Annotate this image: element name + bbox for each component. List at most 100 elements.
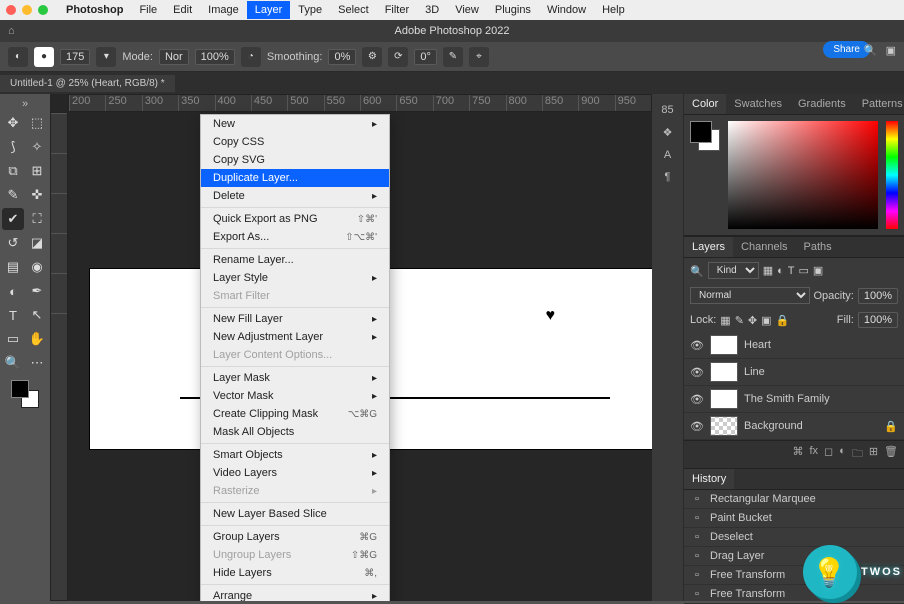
visibility-icon[interactable]: 👁: [690, 339, 704, 352]
move-tool-icon[interactable]: ✥: [2, 112, 24, 134]
hand-tool-icon[interactable]: ✋: [26, 328, 48, 350]
heal-tool-icon[interactable]: ✜: [26, 184, 48, 206]
butterfly-icon[interactable]: ⌖: [469, 47, 489, 67]
menu-item[interactable]: Create Clipping Mask⌥⌘G: [201, 405, 389, 423]
foreground-color-swatch[interactable]: [11, 380, 29, 398]
brush-options-icon[interactable]: ▾: [96, 47, 116, 67]
workspace-icon[interactable]: ▣: [886, 44, 896, 57]
menu-select[interactable]: Select: [330, 1, 377, 19]
fill-value[interactable]: 100%: [858, 312, 898, 328]
layer-mask-icon[interactable]: ◻: [824, 445, 833, 464]
frame-tool-icon[interactable]: ⊞: [26, 160, 48, 182]
tab-swatches[interactable]: Swatches: [726, 94, 790, 114]
stamp-tool-icon[interactable]: ⛶: [26, 208, 48, 230]
lasso-tool-icon[interactable]: ⟆: [2, 136, 24, 158]
blur-tool-icon[interactable]: ◉: [26, 256, 48, 278]
filter-type-icon[interactable]: T: [788, 265, 795, 277]
visibility-icon[interactable]: 👁: [690, 366, 704, 379]
edit-toolbar-icon[interactable]: ⋯: [26, 352, 48, 374]
eyedropper-tool-icon[interactable]: ✎: [2, 184, 24, 206]
menu-app-name[interactable]: Photoshop: [58, 1, 131, 19]
smoothing-field[interactable]: 0%: [328, 49, 356, 65]
filter-adjust-icon[interactable]: ◐: [777, 265, 784, 277]
new-layer-icon[interactable]: ⊞: [869, 445, 878, 464]
layer-style-icon[interactable]: fx: [809, 445, 818, 464]
color-field[interactable]: [728, 121, 878, 229]
history-brush-tool-icon[interactable]: ↺: [2, 232, 24, 254]
menu-layer[interactable]: Layer: [247, 1, 291, 19]
path-tool-icon[interactable]: ↖: [26, 304, 48, 326]
menu-item[interactable]: Hide Layers⌘,: [201, 564, 389, 582]
brush-size[interactable]: 175: [60, 49, 90, 65]
history-row[interactable]: ▫Paint Bucket: [684, 509, 904, 528]
gear-icon[interactable]: ⚙: [362, 47, 382, 67]
menu-help[interactable]: Help: [594, 1, 633, 19]
hue-slider[interactable]: [886, 121, 898, 229]
lock-paint-icon[interactable]: ✎: [735, 314, 744, 327]
toolbox-expand-icon[interactable]: »: [22, 98, 28, 110]
search-icon[interactable]: 🔍: [864, 44, 878, 57]
zoom-tool-icon[interactable]: 🔍: [2, 352, 24, 374]
tab-color[interactable]: Color: [684, 94, 726, 114]
link-layers-icon[interactable]: ⌘: [792, 445, 803, 464]
layer-row[interactable]: 👁Heart: [684, 332, 904, 359]
minimize-window-icon[interactable]: [22, 5, 32, 15]
menu-item[interactable]: Layer Style: [201, 269, 389, 287]
blend-mode-dropdown[interactable]: Normal: [690, 287, 810, 304]
filter-pixel-icon[interactable]: ▦: [763, 264, 773, 277]
canvas-area[interactable]: 2002503003504004505005506006507007508008…: [50, 94, 652, 601]
menu-item[interactable]: New Fill Layer: [201, 310, 389, 328]
layer-row[interactable]: 👁Line: [684, 359, 904, 386]
dock-icon-2[interactable]: ❖: [663, 126, 673, 139]
lock-transparency-icon[interactable]: ▦: [720, 314, 730, 327]
menu-item[interactable]: Mask All Objects: [201, 423, 389, 441]
menu-item[interactable]: Video Layers: [201, 464, 389, 482]
filter-shape-icon[interactable]: ▭: [799, 264, 809, 277]
dock-icon-4[interactable]: ¶: [665, 171, 671, 183]
layer-thumbnail[interactable]: [710, 416, 738, 436]
filter-smart-icon[interactable]: ▣: [813, 264, 823, 277]
tab-patterns[interactable]: Patterns: [854, 94, 904, 114]
type-tool-icon[interactable]: T: [2, 304, 24, 326]
document-tab[interactable]: Untitled-1 @ 25% (Heart, RGB/8) *: [0, 75, 175, 92]
menu-filter[interactable]: Filter: [377, 1, 417, 19]
menu-item[interactable]: Vector Mask: [201, 387, 389, 405]
tab-gradients[interactable]: Gradients: [790, 94, 854, 114]
kind-dropdown[interactable]: Kind: [708, 262, 759, 279]
menu-item[interactable]: Group Layers⌘G: [201, 528, 389, 546]
menu-edit[interactable]: Edit: [165, 1, 200, 19]
menu-item[interactable]: Smart Objects: [201, 446, 389, 464]
menu-window[interactable]: Window: [539, 1, 594, 19]
adjustment-layer-icon[interactable]: ◐: [839, 445, 846, 464]
home-icon[interactable]: ⌂: [8, 25, 15, 37]
mode-dropdown[interactable]: Nor: [159, 49, 189, 65]
symmetry-icon[interactable]: ✎: [443, 47, 463, 67]
menu-item[interactable]: Copy SVG: [201, 151, 389, 169]
marquee-tool-icon[interactable]: ⬚: [26, 112, 48, 134]
tool-preset-icon[interactable]: ◐: [8, 47, 28, 67]
menu-item[interactable]: Arrange: [201, 587, 389, 601]
color-foreground[interactable]: [690, 121, 712, 143]
dock-icon-1[interactable]: 85: [661, 104, 673, 116]
gradient-tool-icon[interactable]: ▤: [2, 256, 24, 278]
layer-row[interactable]: 👁Background🔒: [684, 413, 904, 440]
lock-position-icon[interactable]: ✥: [748, 314, 757, 327]
close-window-icon[interactable]: [6, 5, 16, 15]
menu-item[interactable]: Rename Layer...: [201, 251, 389, 269]
maximize-window-icon[interactable]: [38, 5, 48, 15]
lock-artboard-icon[interactable]: ▣: [761, 314, 771, 327]
eraser-tool-icon[interactable]: ◪: [26, 232, 48, 254]
menu-item[interactable]: Copy CSS: [201, 133, 389, 151]
history-row[interactable]: ▫Rectangular Marquee: [684, 490, 904, 509]
menu-item[interactable]: New Adjustment Layer: [201, 328, 389, 346]
menu-item[interactable]: Delete: [201, 187, 389, 205]
group-icon[interactable]: 🗀: [852, 445, 863, 464]
menu-plugins[interactable]: Plugins: [487, 1, 539, 19]
wand-tool-icon[interactable]: ✧: [26, 136, 48, 158]
menu-image[interactable]: Image: [200, 1, 247, 19]
brush-icon[interactable]: ●: [34, 47, 54, 67]
flow-icon[interactable]: ◔: [241, 47, 261, 67]
tab-paths[interactable]: Paths: [796, 237, 840, 257]
trash-icon[interactable]: 🗑: [884, 445, 898, 464]
menu-item[interactable]: New Layer Based Slice: [201, 505, 389, 523]
